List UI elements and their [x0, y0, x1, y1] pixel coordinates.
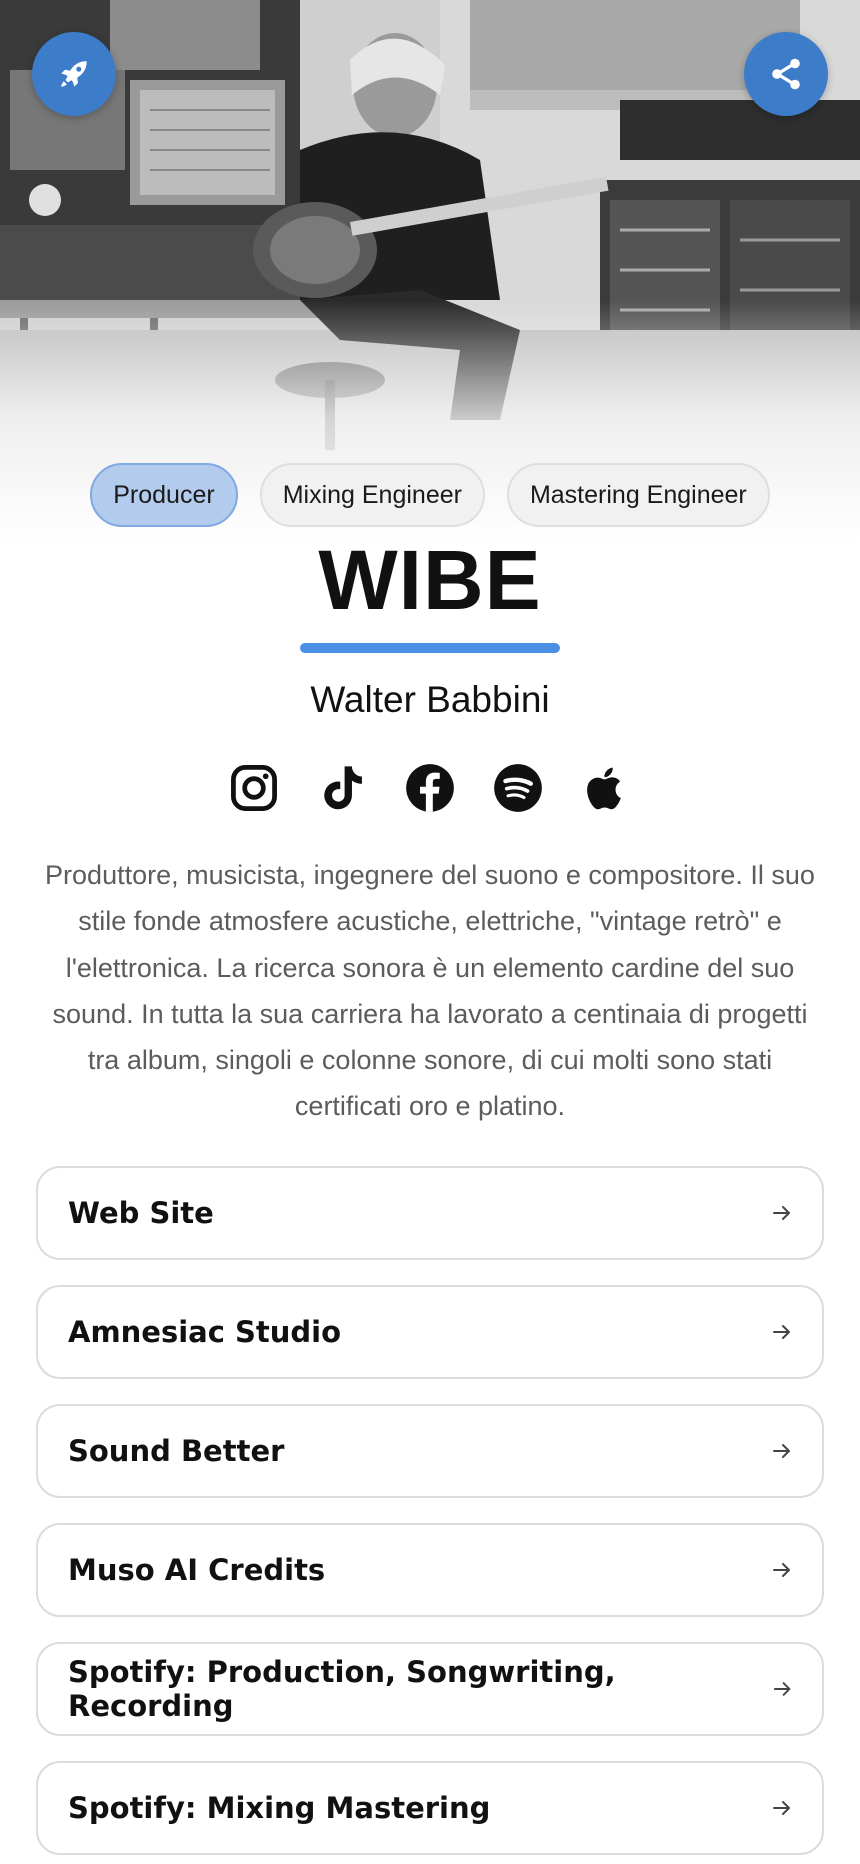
- facebook-icon: [406, 764, 454, 812]
- spotify-icon: [494, 764, 542, 812]
- link-spotify-mixing-mastering[interactable]: Spotify: Mixing Mastering: [36, 1761, 824, 1855]
- link-web-site[interactable]: Web Site: [36, 1166, 824, 1260]
- artist-title: WIBE: [318, 533, 542, 627]
- tiktok-icon: [324, 766, 362, 810]
- arrow-right-icon: [773, 1801, 790, 1815]
- rocket-icon: [61, 61, 87, 87]
- apple-icon: [587, 767, 621, 810]
- link-label: Spotify: Mixing Mastering: [68, 1791, 491, 1825]
- arrow-right-icon: [773, 1682, 791, 1696]
- link-list: Web Site Amnesiac Studio Sound Better Mu…: [36, 1166, 824, 1864]
- hero-banner: Producer Mixing Engineer Mastering Engin…: [0, 0, 860, 560]
- chip-producer[interactable]: Producer: [90, 463, 238, 527]
- chip-mastering-engineer[interactable]: Mastering Engineer: [506, 463, 770, 527]
- arrow-right-icon: [773, 1206, 790, 1220]
- link-sound-better[interactable]: Sound Better: [36, 1404, 824, 1498]
- share-icon: [772, 58, 800, 90]
- link-label: Web Site: [68, 1196, 214, 1230]
- link-muso-ai-credits[interactable]: Muso AI Credits: [36, 1523, 824, 1617]
- launch-button[interactable]: [32, 32, 116, 116]
- artist-name: Walter Babbini: [310, 679, 550, 720]
- title-underline: [300, 643, 560, 653]
- arrow-right-icon: [773, 1444, 790, 1458]
- instagram-icon: [231, 765, 277, 811]
- apple-music-link[interactable]: [580, 762, 632, 814]
- arrow-right-icon: [773, 1563, 790, 1577]
- arrow-right-icon: [773, 1325, 790, 1339]
- link-label: Amnesiac Studio: [68, 1315, 342, 1349]
- link-label: Spotify: Production, Songwriting, Record…: [68, 1655, 616, 1723]
- share-button[interactable]: [744, 32, 828, 116]
- facebook-link[interactable]: [404, 762, 456, 814]
- spotify-link[interactable]: [492, 762, 544, 814]
- link-label: Sound Better: [68, 1434, 285, 1468]
- link-spotify-production[interactable]: Spotify: Production, Songwriting, Record…: [36, 1642, 824, 1736]
- bio-text: Produttore, musicista, ingegnere del suo…: [45, 860, 815, 1122]
- social-links: [0, 762, 860, 814]
- tiktok-link[interactable]: [316, 762, 368, 814]
- link-amnesiac-studio[interactable]: Amnesiac Studio: [36, 1285, 824, 1379]
- chip-mixing-engineer[interactable]: Mixing Engineer: [259, 463, 485, 527]
- link-label: Muso AI Credits: [68, 1553, 326, 1587]
- role-chips: Producer Mixing Engineer Mastering Engin…: [0, 463, 860, 527]
- instagram-link[interactable]: [228, 762, 280, 814]
